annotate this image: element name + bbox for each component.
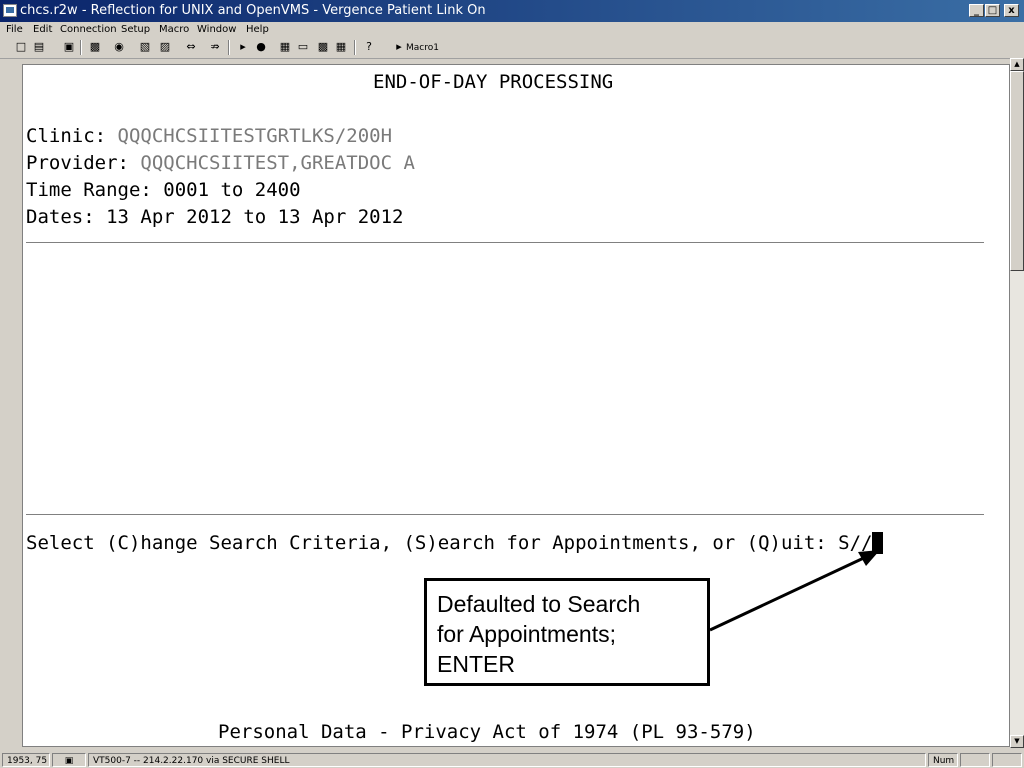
- divider-bottom: [26, 514, 984, 515]
- connection-status: VT500-7 -- 214.2.22.170 via SECURE SHELL: [88, 753, 926, 767]
- macro-label[interactable]: Macro1: [406, 41, 439, 55]
- menu-help[interactable]: Help: [246, 22, 269, 38]
- close-button[interactable]: x: [1004, 4, 1019, 17]
- find-icon[interactable]: ◉: [112, 40, 126, 54]
- vertical-scrollbar[interactable]: ▲ ▼: [1010, 58, 1024, 748]
- menu-file[interactable]: File: [6, 22, 23, 38]
- menu-setup[interactable]: Setup: [121, 22, 150, 38]
- print-icon[interactable]: ▩: [88, 40, 102, 54]
- scroll-up-button[interactable]: ▲: [1010, 58, 1024, 71]
- status-bar: 1953, 75 ▣ VT500-7 -- 214.2.22.170 via S…: [0, 752, 1024, 768]
- divider-top: [26, 242, 984, 243]
- title-bar[interactable]: chcs.r2w - Reflection for UNIX and OpenV…: [0, 0, 1024, 22]
- transfer-icon[interactable]: ▩: [316, 40, 330, 54]
- screen-heading: END-OF-DAY PROCESSING: [373, 71, 614, 93]
- app-icon[interactable]: [3, 4, 17, 17]
- help-icon[interactable]: ?: [362, 40, 376, 54]
- provider-label: Provider:: [26, 152, 141, 174]
- window-title: chcs.r2w - Reflection for UNIX and OpenV…: [20, 3, 486, 18]
- toolbar: □ ▤ ▣ ▩ ◉ ▧ ▨ ⇔ ⇏ ▸ ● ▦ ▭ ▩ ▦ ? ▸ Macro1: [0, 38, 1024, 59]
- restore-button[interactable]: □: [985, 4, 1000, 17]
- copy-icon[interactable]: ▧: [138, 40, 152, 54]
- menu-window[interactable]: Window: [197, 22, 236, 38]
- clinic-line: Clinic: QQQCHCSIITESTGRTLKS/200H: [26, 125, 392, 147]
- scroll-thumb[interactable]: [1010, 71, 1024, 271]
- privacy-footer: Personal Data - Privacy Act of 1974 (PL …: [218, 721, 756, 743]
- lock-icon: ▣: [52, 753, 86, 767]
- provider-value: QQQCHCSIITEST,GREATDOC A: [140, 152, 415, 174]
- status-panel-blank-1: [960, 753, 990, 767]
- cursor-position: 1953, 75: [2, 753, 50, 767]
- grid-icon[interactable]: ▦: [334, 40, 348, 54]
- prompt-line[interactable]: Select (C)hange Search Criteria, (S)earc…: [26, 532, 884, 554]
- annotation-callout: Defaulted to Search for Appointments; EN…: [424, 578, 710, 686]
- open-folder-icon[interactable]: ▤: [32, 40, 46, 54]
- menu-connection[interactable]: Connection: [60, 22, 117, 38]
- menu-bar: File Edit Connection Setup Macro Window …: [0, 22, 1024, 38]
- status-panel-blank-2: [992, 753, 1022, 767]
- prompt-text: Select (C)hange Search Criteria, (S)earc…: [26, 532, 873, 554]
- chat-icon[interactable]: ▭: [296, 40, 310, 54]
- dates-line: Dates: 13 Apr 2012 to 13 Apr 2012: [26, 206, 404, 228]
- scroll-down-button[interactable]: ▼: [1010, 735, 1024, 748]
- menu-edit[interactable]: Edit: [33, 22, 52, 38]
- time-range-line: Time Range: 0001 to 2400: [26, 179, 301, 201]
- new-document-icon[interactable]: □: [14, 40, 28, 54]
- clinic-value: QQQCHCSIITESTGRTLKS/200H: [117, 125, 393, 147]
- clinic-label: Clinic:: [26, 125, 118, 147]
- minimize-button[interactable]: _: [969, 4, 984, 17]
- save-icon[interactable]: ▣: [62, 40, 76, 54]
- menu-macro[interactable]: Macro: [159, 22, 189, 38]
- macro-run-icon[interactable]: ▸: [392, 40, 406, 54]
- record-icon[interactable]: ●: [254, 40, 268, 54]
- paste-icon[interactable]: ▨: [158, 40, 172, 54]
- connect-icon[interactable]: ⇔: [184, 40, 198, 54]
- settings-icon[interactable]: ▦: [278, 40, 292, 54]
- text-cursor: [872, 532, 884, 554]
- disconnect-icon[interactable]: ⇏: [208, 40, 222, 54]
- play-icon[interactable]: ▸: [236, 40, 250, 54]
- num-lock-indicator: Num: [928, 753, 958, 767]
- provider-line: Provider: QQQCHCSIITEST,GREATDOC A: [26, 152, 415, 174]
